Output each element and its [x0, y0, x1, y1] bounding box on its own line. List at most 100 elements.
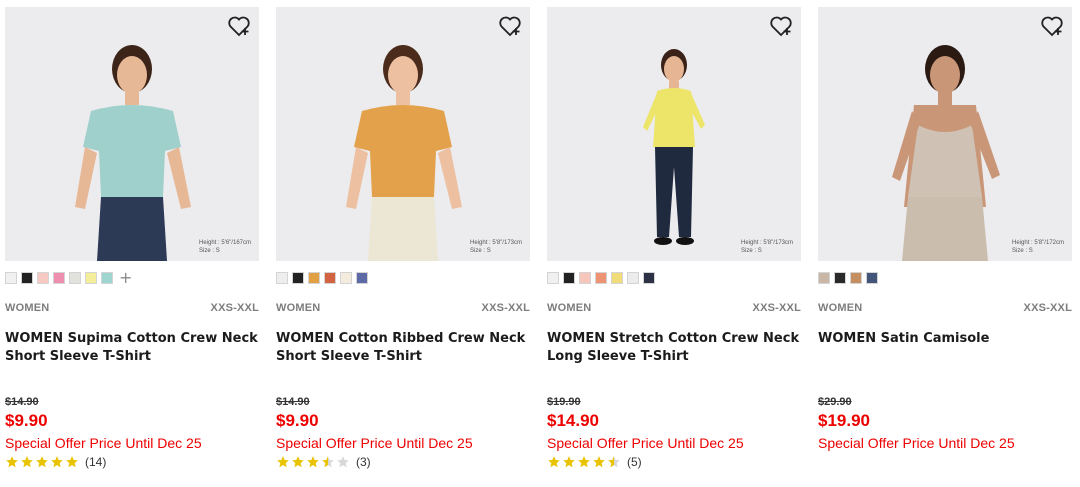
star-icon: [36, 456, 48, 468]
wishlist-heart-icon[interactable]: [1040, 15, 1064, 37]
color-swatch[interactable]: [595, 272, 607, 284]
color-swatch[interactable]: [563, 272, 575, 284]
color-swatch[interactable]: [308, 272, 320, 284]
product-rating[interactable]: (3): [276, 455, 371, 469]
wishlist-heart-icon[interactable]: [769, 15, 793, 37]
product-name[interactable]: WOMEN Stretch Cotton Crew Neck Long Slee…: [547, 330, 801, 366]
sale-price: $9.90: [276, 411, 319, 430]
color-swatch[interactable]: [834, 272, 846, 284]
color-swatch[interactable]: [356, 272, 368, 284]
color-swatch[interactable]: [818, 272, 830, 284]
color-swatch[interactable]: [611, 272, 623, 284]
original-price: $14.90: [276, 396, 310, 408]
model-height-info: Height : 5'8"/173cm Size : S: [741, 239, 793, 255]
sale-price: $19.90: [818, 411, 870, 430]
review-count: (5): [627, 455, 642, 469]
color-swatch[interactable]: [866, 272, 878, 284]
color-swatch[interactable]: [53, 272, 65, 284]
height-info-line: Size : S: [741, 248, 762, 254]
star-icon: [593, 456, 605, 468]
color-swatch[interactable]: [340, 272, 352, 284]
sale-price: $14.90: [547, 411, 599, 430]
color-swatch[interactable]: [579, 272, 591, 284]
color-swatches: [818, 271, 878, 285]
color-swatch[interactable]: [85, 272, 97, 284]
star-icon: [608, 456, 620, 468]
product-name[interactable]: WOMEN Cotton Ribbed Crew Neck Short Slee…: [276, 330, 530, 366]
original-price: $29.90: [818, 396, 852, 408]
model-photo: [5, 7, 259, 261]
color-swatch[interactable]: [292, 272, 304, 284]
model-height-info: Height : 5'8"/173cm Size : S: [470, 239, 522, 255]
color-swatch[interactable]: [101, 272, 113, 284]
product-name[interactable]: WOMEN Supima Cotton Crew Neck Short Slee…: [5, 330, 259, 366]
height-info-line: Height : 5'8"/172cm: [1012, 240, 1064, 246]
wishlist-heart-icon[interactable]: [227, 15, 251, 37]
star-icon: [548, 456, 560, 468]
star-icon: [307, 456, 319, 468]
product-rating[interactable]: (14): [5, 455, 106, 469]
review-count: (14): [85, 455, 107, 469]
height-info-line: Size : S: [1012, 248, 1033, 254]
model-photo: [276, 7, 530, 261]
product-meta: WOMEN XXS-XXL: [5, 302, 259, 314]
color-swatch[interactable]: [547, 272, 559, 284]
size-range: XXS-XXL: [1023, 302, 1072, 314]
size-range: XXS-XXL: [481, 302, 530, 314]
star-icon: [563, 456, 575, 468]
star-icon: [6, 456, 18, 468]
color-swatch[interactable]: [37, 272, 49, 284]
star-icon: [322, 456, 334, 468]
original-price: $14.90: [5, 396, 39, 408]
product-card: Height : 5'8"/173cm Size : S WOMEN XXS-XXL W…: [547, 0, 801, 487]
product-card: Height : 5'8"/172cm Size : S WOMEN XXS-XXL W…: [818, 0, 1072, 487]
color-swatch[interactable]: [21, 272, 33, 284]
height-info-line: Height : 5'8"/173cm: [741, 240, 793, 246]
color-swatches: +: [5, 270, 132, 286]
product-card: Height : 5'6"/167cm Size : S + WOMEN XXS-XXL…: [5, 0, 259, 487]
color-swatch[interactable]: [324, 272, 336, 284]
product-category: WOMEN: [818, 302, 863, 314]
product-meta: WOMEN XXS-XXL: [547, 302, 801, 314]
color-swatches: [276, 271, 368, 285]
product-card: Height : 5'8"/173cm Size : S WOMEN XXS-XXL W…: [276, 0, 530, 487]
product-category: WOMEN: [547, 302, 592, 314]
special-offer-text: Special Offer Price Until Dec 25: [547, 435, 744, 451]
color-swatch[interactable]: [276, 272, 288, 284]
size-range: XXS-XXL: [752, 302, 801, 314]
special-offer-text: Special Offer Price Until Dec 25: [818, 435, 1015, 451]
product-image[interactable]: Height : 5'8"/173cm Size : S: [276, 7, 530, 261]
product-category: WOMEN: [5, 302, 50, 314]
product-meta: WOMEN XXS-XXL: [276, 302, 530, 314]
review-count: (3): [356, 455, 371, 469]
special-offer-text: Special Offer Price Until Dec 25: [276, 435, 473, 451]
color-swatch[interactable]: [69, 272, 81, 284]
star-icon: [337, 456, 349, 468]
product-category: WOMEN: [276, 302, 321, 314]
height-info-line: Height : 5'6"/167cm: [199, 240, 251, 246]
color-swatch[interactable]: [643, 272, 655, 284]
sale-price: $9.90: [5, 411, 48, 430]
product-meta: WOMEN XXS-XXL: [818, 302, 1072, 314]
star-icon: [51, 456, 63, 468]
star-icon: [578, 456, 590, 468]
height-info-line: Size : S: [470, 248, 491, 254]
rating-stars: [5, 455, 79, 469]
more-colors-icon[interactable]: +: [119, 270, 132, 286]
color-swatch[interactable]: [850, 272, 862, 284]
height-info-line: Size : S: [199, 248, 220, 254]
color-swatch[interactable]: [627, 272, 639, 284]
color-swatch[interactable]: [5, 272, 17, 284]
product-image[interactable]: Height : 5'8"/173cm Size : S: [547, 7, 801, 261]
wishlist-heart-icon[interactable]: [498, 15, 522, 37]
model-height-info: Height : 5'8"/172cm Size : S: [1012, 239, 1064, 255]
color-swatches: [547, 271, 655, 285]
product-image[interactable]: Height : 5'8"/172cm Size : S: [818, 7, 1072, 261]
star-icon: [66, 456, 78, 468]
size-range: XXS-XXL: [210, 302, 259, 314]
model-photo: [818, 7, 1072, 261]
product-name[interactable]: WOMEN Satin Camisole: [818, 330, 1072, 348]
product-image[interactable]: Height : 5'6"/167cm Size : S: [5, 7, 259, 261]
product-rating[interactable]: (5): [547, 455, 642, 469]
height-info-line: Height : 5'8"/173cm: [470, 240, 522, 246]
